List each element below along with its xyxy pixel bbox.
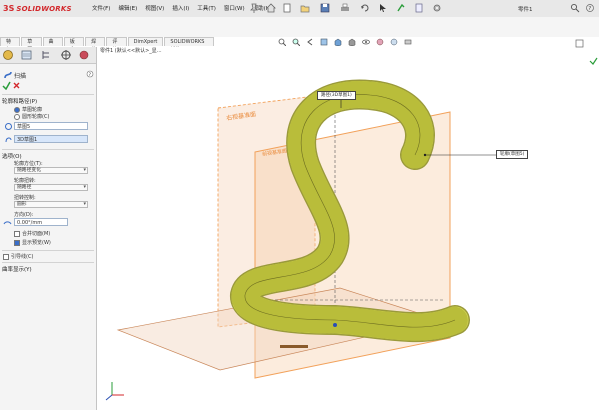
rebuild-icon[interactable] — [396, 3, 406, 13]
hide-show-items-icon[interactable] — [362, 38, 370, 46]
profile-path-section-header[interactable]: 轮廓和路径(P) — [2, 97, 37, 105]
tab-weldments[interactable]: 焊件 — [85, 37, 106, 53]
open-folder-icon[interactable] — [300, 3, 310, 13]
pin-icon[interactable] — [249, 3, 259, 13]
tab-sketch[interactable]: 草图 — [21, 37, 42, 53]
triad-z-axis — [105, 394, 113, 401]
tab-dimxpert[interactable]: DimXpert — [127, 37, 164, 46]
tab-surfaces[interactable]: 曲面 — [42, 37, 63, 53]
print-icon[interactable] — [340, 3, 350, 13]
manager-tabs — [0, 47, 96, 64]
previous-view-icon[interactable] — [306, 38, 314, 46]
profile-callout[interactable]: 轮廓(草图5) — [496, 150, 529, 159]
divider — [2, 94, 94, 95]
direction-value-field[interactable]: 0.00°/mm — [14, 218, 68, 226]
menu-file[interactable]: 文件(F) — [92, 4, 110, 12]
tab-evaluate[interactable]: 评估 — [106, 37, 127, 53]
display-style-icon[interactable] — [348, 38, 356, 46]
undo-icon[interactable] — [360, 3, 370, 13]
divider — [2, 262, 94, 263]
property-manager-title: 扫描 — [14, 73, 27, 80]
home-icon[interactable] — [266, 3, 276, 13]
circle-profile-option[interactable]: 圆形轮廓(C) — [14, 113, 49, 120]
menu-view[interactable]: 视图(V) — [145, 4, 164, 12]
view-settings-icon[interactable] — [404, 38, 412, 46]
edit-appearance-icon[interactable] — [376, 38, 384, 46]
divider — [2, 149, 94, 150]
curvature-display-section-header[interactable]: 曲率显示(Y) — [2, 265, 32, 273]
configuration-manager-icon[interactable] — [40, 49, 53, 61]
direction-label: 方向(D): — [14, 212, 34, 218]
twist-label: 轮廓扭转: — [14, 178, 36, 184]
model-scene[interactable] — [97, 47, 599, 410]
twist-direction-icon — [3, 221, 12, 225]
path-field[interactable]: 3D草图1 — [14, 135, 88, 143]
menu-window[interactable]: 窗口(W) — [224, 4, 245, 12]
options-gear-icon[interactable] — [432, 3, 442, 13]
command-tabs: 特征 草图 曲面 钣金 焊件 评估 DimXpert SOLIDWORKS 插件 — [0, 37, 215, 53]
profile-selection-icon — [5, 123, 12, 130]
feature-manager-icon[interactable] — [2, 49, 15, 61]
ok-checkmark-icon[interactable] — [2, 81, 11, 90]
document-name: 零件1 — [518, 7, 533, 13]
radio-circle-profile[interactable] — [14, 113, 20, 120]
merge-tangent-checkbox[interactable] — [14, 230, 20, 237]
zoom-to-fit-icon[interactable] — [278, 38, 286, 46]
ds-logo-mark: 3S — [3, 4, 15, 13]
section-view-icon[interactable] — [320, 38, 328, 46]
dimxpert-manager-icon[interactable] — [60, 49, 73, 61]
sweep-feature-icon — [4, 71, 12, 79]
merge-tangent-option[interactable]: 合并切面(M) — [14, 230, 50, 237]
radio-sketch-profile[interactable] — [14, 106, 20, 113]
tab-sheet-metal[interactable]: 钣金 — [63, 37, 85, 53]
guide-curves-checkbox[interactable] — [3, 253, 9, 260]
show-preview-label: 显示预览(W) — [22, 240, 51, 246]
tab-features[interactable]: 特征 — [0, 37, 21, 53]
orientation-label: 轮廓方位(T): — [14, 161, 43, 167]
path-callout[interactable]: 路径(3D草图1) — [317, 91, 356, 100]
circle-profile-label: 圆形轮廓(C) — [22, 114, 50, 120]
twist-control-select[interactable]: 圆形 — [14, 201, 88, 208]
origin-point — [333, 323, 337, 327]
command-manager-strip — [0, 17, 599, 37]
path-selection-icon — [5, 137, 12, 143]
merge-tangent-label: 合并切面(M) — [22, 231, 51, 237]
display-manager-icon[interactable] — [78, 49, 91, 61]
svg-text:?: ? — [589, 6, 592, 12]
guide-curves-section[interactable]: 引导线(C) — [3, 253, 33, 260]
show-preview-checkbox[interactable] — [14, 239, 20, 246]
menu-bar: 文件(F) 编辑(E) 视图(V) 插入(I) 工具(T) 窗口(W) 帮助(H… — [92, 4, 272, 12]
sketch-profile-label: 草图轮廓 — [22, 107, 43, 113]
zoom-area-icon[interactable] — [292, 38, 300, 46]
file-properties-icon[interactable] — [414, 3, 424, 13]
profile-point — [423, 153, 427, 157]
options-section-header[interactable]: 选项(O) — [2, 152, 22, 160]
view-orientation-icon[interactable] — [334, 38, 342, 46]
search-icon[interactable] — [570, 3, 580, 13]
menu-tools[interactable]: 工具(T) — [197, 4, 216, 12]
cancel-x-icon[interactable] — [12, 81, 21, 90]
solidworks-logo: 3S SOLIDWORKS — [3, 2, 72, 15]
profile-field[interactable]: 草图5 — [14, 122, 88, 130]
property-manager-icon[interactable] — [20, 49, 33, 61]
plane-edge-mark — [280, 345, 308, 348]
help-icon[interactable]: ? — [585, 3, 595, 13]
tab-addins[interactable]: SOLIDWORKS 插件 — [164, 37, 215, 53]
select-pointer-icon[interactable] — [378, 3, 388, 13]
show-preview-option[interactable]: 显示预览(W) — [14, 239, 51, 246]
divider — [2, 250, 94, 251]
menu-edit[interactable]: 编辑(E) — [118, 4, 137, 12]
heads-up-view-toolbar — [278, 38, 412, 46]
sketch-profile-option[interactable]: 草图轮廓 — [14, 106, 42, 113]
guide-curves-header: 引导线(C) — [11, 254, 34, 260]
apply-scene-icon[interactable] — [390, 38, 398, 46]
brand-name: SOLIDWORKS — [16, 4, 72, 13]
menu-insert[interactable]: 插入(I) — [172, 4, 189, 12]
help-icon[interactable]: ? — [86, 70, 94, 78]
twist-select[interactable]: 随路径 — [14, 184, 88, 191]
twist-control-label: 扭转控制: — [14, 195, 36, 201]
orientation-select[interactable]: 随路径变化 — [14, 167, 88, 174]
new-document-icon[interactable] — [282, 3, 292, 13]
save-icon[interactable] — [320, 3, 330, 13]
